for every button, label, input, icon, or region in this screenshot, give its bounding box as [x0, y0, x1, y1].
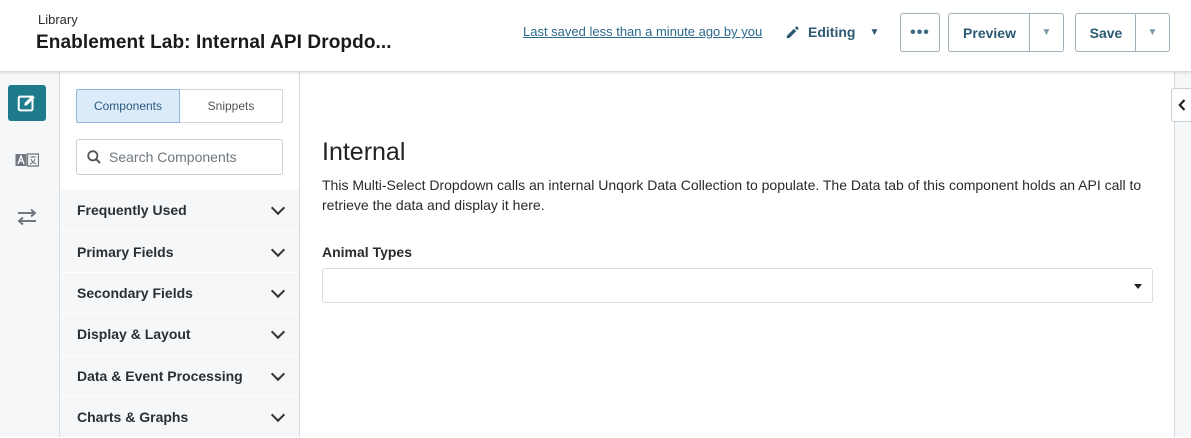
chevron-down-icon: [270, 242, 286, 257]
chevron-down-icon: [270, 201, 286, 216]
preview-button[interactable]: Preview: [948, 13, 1030, 52]
app-header: Library Enablement Lab: Internal API Dro…: [0, 0, 1191, 72]
caret-down-icon: ▼: [1147, 27, 1158, 38]
search-input[interactable]: [109, 149, 269, 165]
save-button[interactable]: Save: [1075, 13, 1136, 52]
collapse-panel-button[interactable]: [1171, 88, 1191, 122]
category-list: Frequently Used Primary Fields Secondary…: [60, 190, 299, 438]
page-title: Enablement Lab: Internal API Dropdo...: [36, 32, 392, 53]
category-data-event-processing[interactable]: Data & Event Processing: [60, 355, 299, 397]
chevron-down-icon: [270, 325, 286, 340]
chevron-left-icon: [1177, 99, 1185, 111]
category-primary-fields[interactable]: Primary Fields: [60, 231, 299, 273]
save-options-button[interactable]: ▼: [1135, 13, 1170, 52]
category-label: Secondary Fields: [77, 284, 193, 301]
category-label: Primary Fields: [77, 243, 174, 260]
components-panel: Components Snippets Frequently Used Prim…: [60, 72, 300, 438]
category-label: Charts & Graphs: [77, 409, 189, 426]
category-charts-graphs[interactable]: Charts & Graphs: [60, 396, 299, 438]
panel-tabs: Components Snippets: [76, 89, 283, 123]
section-heading: Internal: [322, 138, 406, 166]
left-rail: [0, 72, 60, 437]
rail-item-translate[interactable]: [8, 142, 46, 178]
rail-item-data-flow[interactable]: [8, 199, 46, 235]
caret-down-icon: [1134, 284, 1142, 289]
chevron-down-icon: [270, 366, 286, 381]
category-label: Display & Layout: [77, 326, 191, 343]
edit-icon: [17, 95, 35, 112]
tab-components[interactable]: Components: [76, 89, 180, 123]
category-label: Data & Event Processing: [77, 367, 243, 384]
section-description: This Multi-Select Dropdown calls an inte…: [322, 177, 1142, 213]
animal-types-dropdown[interactable]: [322, 268, 1153, 303]
category-frequently-used[interactable]: Frequently Used: [60, 190, 299, 232]
last-saved-link[interactable]: Last saved less than a minute ago by you: [523, 24, 762, 39]
chevron-down-icon: [270, 283, 286, 299]
mode-label: Editing: [808, 24, 856, 40]
caret-down-icon: ▼: [869, 26, 880, 38]
pencil-icon: [786, 25, 799, 38]
search-icon: [87, 150, 101, 164]
mode-dropdown[interactable]: Editing ▼: [785, 22, 879, 42]
translate-icon: [15, 153, 39, 167]
chevron-down-icon: [270, 408, 286, 423]
breadcrumb[interactable]: Library: [38, 12, 78, 27]
preview-options-button[interactable]: ▼: [1029, 13, 1064, 52]
tab-snippets[interactable]: Snippets: [180, 89, 283, 123]
more-options-button[interactable]: •••: [900, 13, 940, 52]
animal-types-label: Animal Types: [322, 244, 412, 260]
category-secondary-fields[interactable]: Secondary Fields: [60, 272, 299, 315]
category-label: Frequently Used: [77, 202, 187, 219]
module-canvas: [300, 72, 1175, 437]
rail-item-edit[interactable]: [8, 85, 46, 121]
component-search: [76, 139, 283, 175]
category-display-layout[interactable]: Display & Layout: [60, 314, 299, 356]
caret-down-icon: ▼: [1041, 27, 1052, 38]
swap-arrows-icon: [17, 208, 37, 226]
